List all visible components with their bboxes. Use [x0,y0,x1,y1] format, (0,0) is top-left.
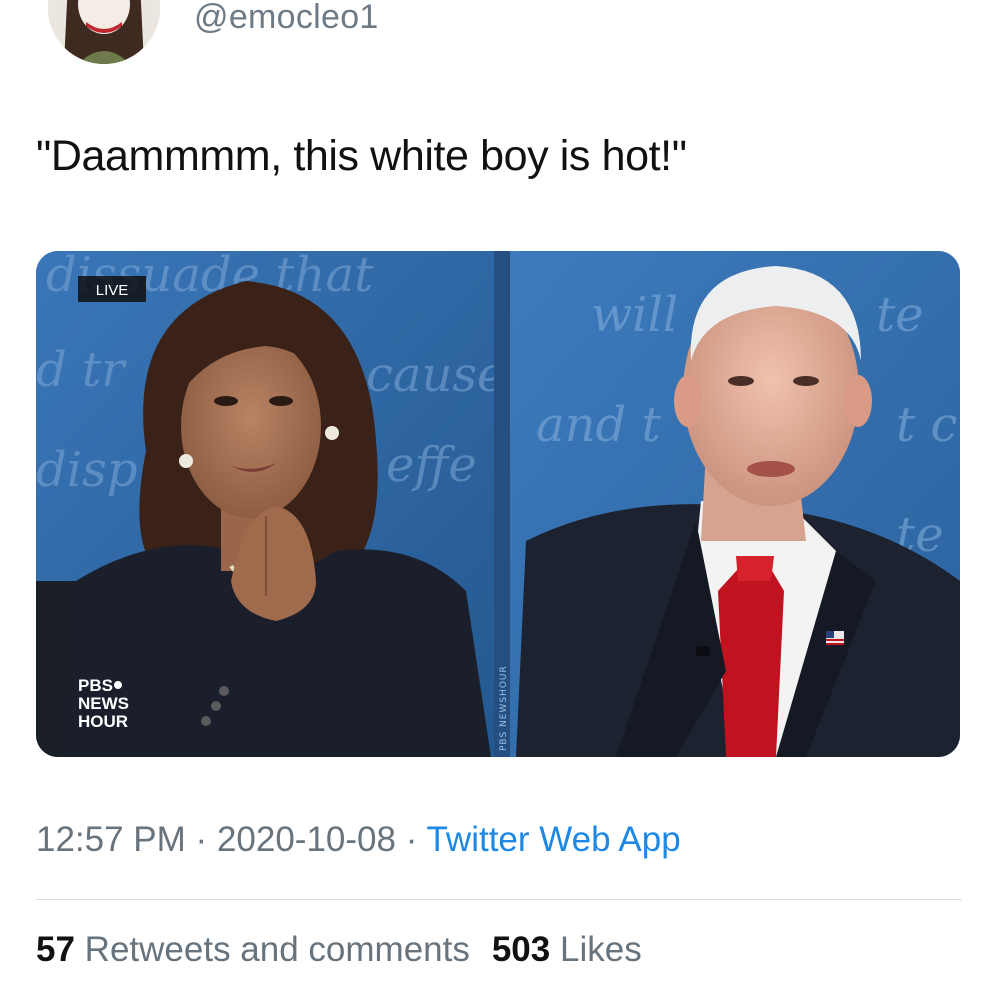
retweets-count: 57 [36,930,75,969]
live-badge-label: LIVE [96,282,129,299]
backdrop-text: disp [36,442,137,498]
divider-watermark: PBS NEWSHOUR [499,665,509,751]
tweet-date[interactable]: 2020-10-08 [217,820,396,859]
tweet-time[interactable]: 12:57 PM [36,820,186,859]
likes-label: Likes [559,930,642,969]
likes-stat[interactable]: 503 Likes [492,930,642,969]
logo-line: NEWS [78,694,129,713]
avatar-illustration [48,0,160,64]
retweets-label: Retweets and comments [84,930,470,969]
tweet-text: "Daammmm, this white boy is hot!" [36,132,687,180]
logo-line: PBS [78,676,113,695]
retweets-stat[interactable]: 57 Retweets and comments [36,930,470,969]
backdrop-text: te [876,287,924,343]
likes-count: 503 [491,930,551,969]
backdrop-text: t c [896,397,957,453]
pbs-newshour-logo: PBS NEWS HOUR [78,676,129,731]
tweet-source-link[interactable]: Twitter Web App [426,820,680,859]
backdrop-text: and t [536,397,662,453]
separator-dot: · [195,820,208,859]
user-handle[interactable]: @emocleo1 [194,0,379,37]
backdrop-text: d tr [36,342,127,398]
debate-photo: dissuade that d tr cause disp effe will … [36,251,960,757]
backdrop-text: will [591,287,678,343]
tweet-metadata: 12:57 PM · 2020-10-08 · Twitter Web App [36,820,681,860]
live-badge: LIVE [78,276,146,302]
tweet-media[interactable]: dissuade that d tr cause disp effe will … [36,251,960,757]
engagement-stats: 57 Retweets and comments 503 Likes [36,930,642,970]
logo-line: HOUR [78,712,128,731]
separator-dot: · [405,820,418,859]
backdrop-text: effe [386,437,477,493]
divider [36,899,962,900]
avatar[interactable] [48,0,160,64]
backdrop-text: cause [366,347,505,403]
